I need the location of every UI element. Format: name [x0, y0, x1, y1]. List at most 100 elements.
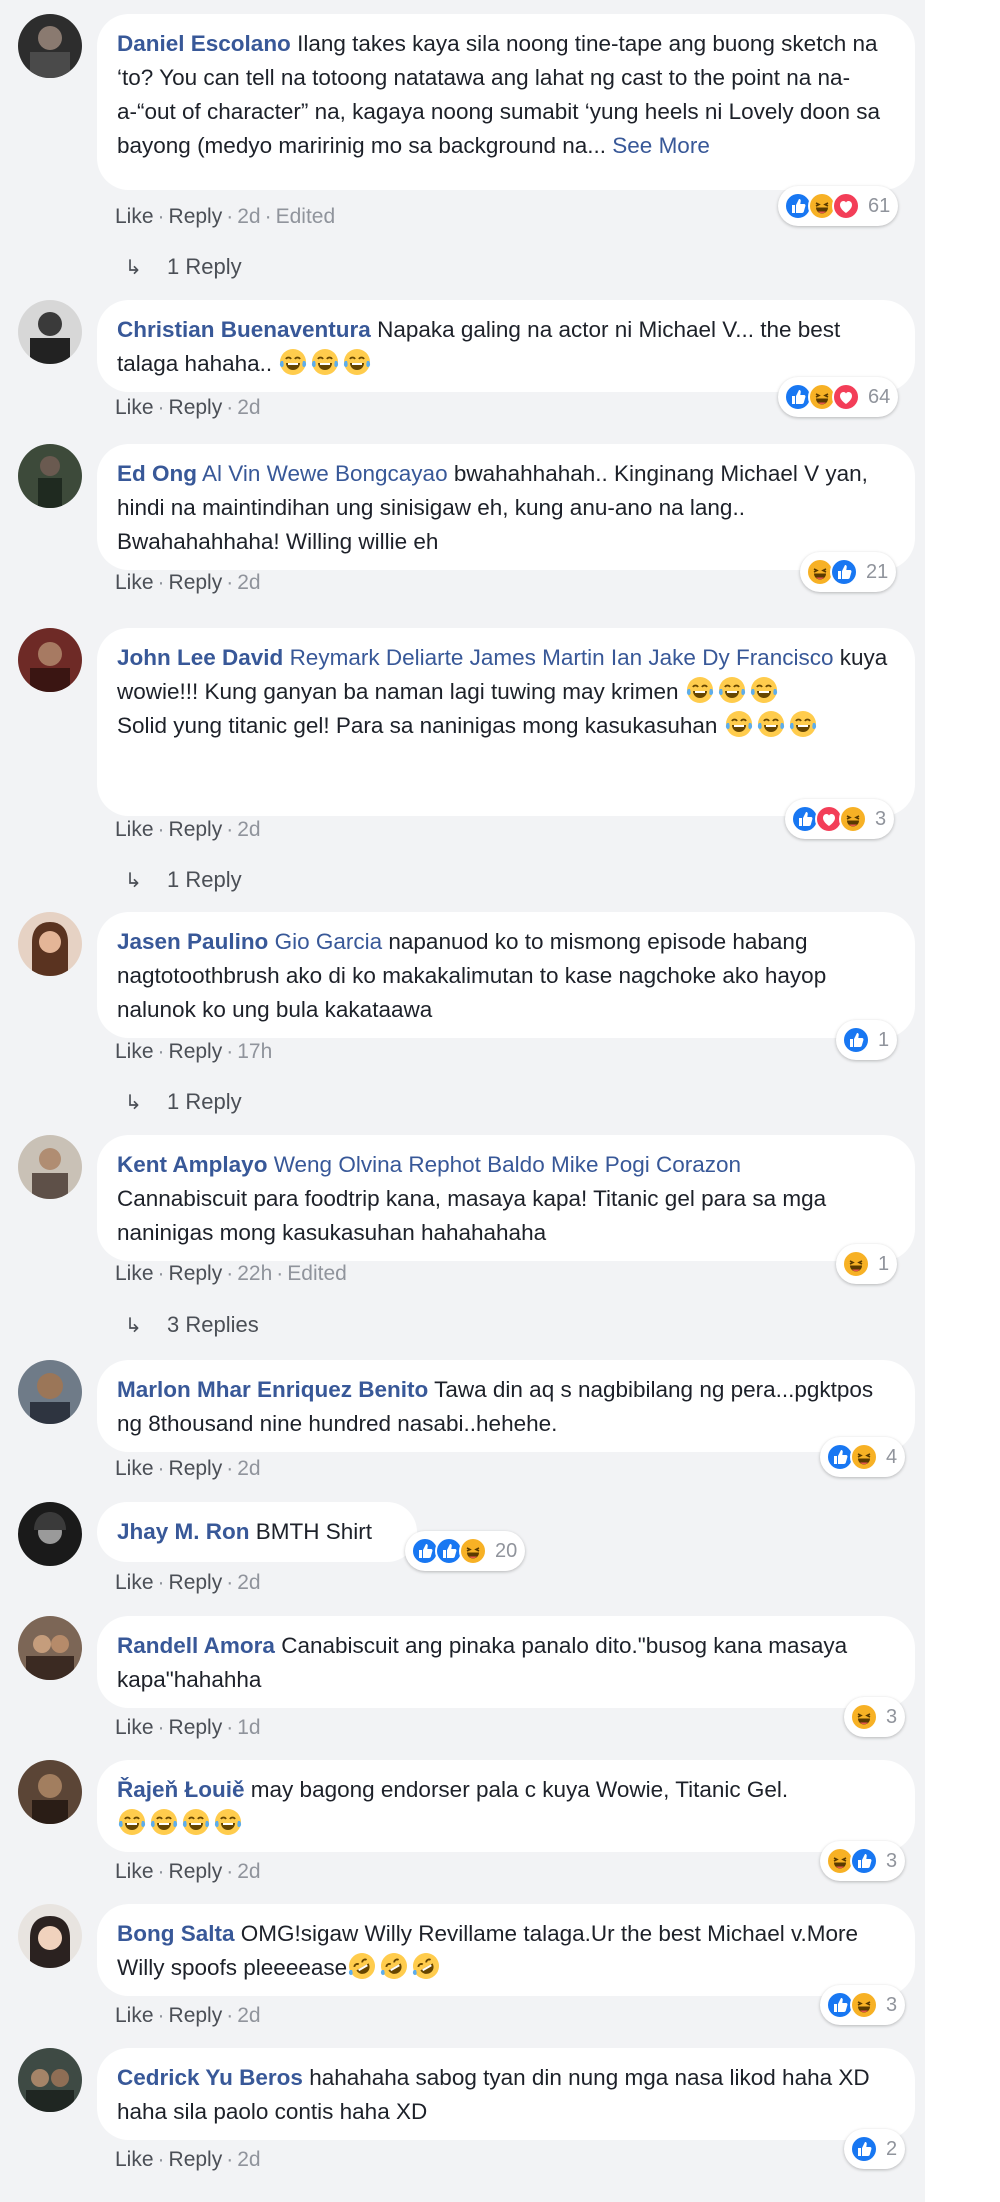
like-link[interactable]: Like: [115, 2148, 154, 2171]
reply-link[interactable]: Reply: [169, 1571, 223, 1594]
timestamp[interactable]: 22h: [237, 1262, 272, 1285]
reaction-count: 1: [878, 1028, 890, 1051]
comment-bubble: Ed Ong Al Vin Wewe Bongcayao bwahahhahah…: [97, 444, 915, 570]
tears-of-joy-emoji: [181, 1807, 211, 1837]
reply-link[interactable]: Reply: [169, 1860, 223, 1883]
like-link[interactable]: Like: [115, 1040, 154, 1063]
see-more-link[interactable]: See More: [612, 133, 710, 158]
reply-link[interactable]: Reply: [169, 396, 223, 419]
timestamp[interactable]: 2d: [237, 396, 260, 419]
reply-link[interactable]: Reply: [169, 2004, 223, 2027]
reply-link[interactable]: Reply: [169, 2148, 223, 2171]
reply-link[interactable]: Reply: [169, 571, 223, 594]
rolling-laughing-emoji: [347, 1951, 377, 1981]
replies-count: 1 Reply: [167, 867, 242, 892]
avatar[interactable]: [18, 444, 82, 508]
like-link[interactable]: Like: [115, 818, 154, 841]
timestamp[interactable]: 2d: [237, 1860, 260, 1883]
comment-author[interactable]: Randell Amora: [117, 1633, 275, 1658]
like-link[interactable]: Like: [115, 2004, 154, 2027]
avatar[interactable]: [18, 1502, 82, 1566]
like-link[interactable]: Like: [115, 571, 154, 594]
reaction-summary[interactable]: 64: [778, 377, 899, 417]
avatar[interactable]: [18, 1760, 82, 1824]
reply-link[interactable]: Reply: [169, 205, 223, 228]
comment-author[interactable]: Jhay M. Ron: [117, 1519, 250, 1544]
timestamp[interactable]: 2d: [237, 818, 260, 841]
laughing-face-icon: [842, 1250, 870, 1278]
avatar[interactable]: [18, 14, 82, 78]
tagged-user[interactable]: Reymark Deliarte James Martin Ian Jake D…: [290, 645, 834, 670]
view-replies-link[interactable]: ↳ 1 Reply: [125, 867, 242, 893]
comment-actions: Like · Reply · 2d: [115, 571, 261, 594]
avatar[interactable]: [18, 1360, 82, 1424]
comment-bubble: Cedrick Yu Beros hahahaha sabog tyan din…: [97, 2048, 915, 2140]
view-replies-link[interactable]: ↳ 1 Reply: [125, 1089, 242, 1115]
reply-link[interactable]: Reply: [169, 1457, 223, 1480]
reaction-summary[interactable]: 61: [778, 186, 899, 226]
avatar[interactable]: [18, 628, 82, 692]
like-link[interactable]: Like: [115, 1262, 154, 1285]
reply-link[interactable]: Reply: [169, 1262, 223, 1285]
comment-author[interactable]: John Lee David: [117, 645, 283, 670]
reaction-summary[interactable]: 2: [844, 2129, 906, 2169]
avatar[interactable]: [18, 1616, 82, 1680]
timestamp[interactable]: 2d: [237, 1571, 260, 1594]
timestamp[interactable]: 2d: [237, 571, 260, 594]
tears-of-joy-emoji: [717, 675, 747, 705]
tagged-user[interactable]: Al Vin Wewe Bongcayao: [202, 461, 448, 486]
edited-label[interactable]: Edited: [276, 205, 336, 228]
reaction-summary[interactable]: 3: [820, 1985, 906, 2025]
timestamp[interactable]: 2d: [237, 205, 260, 228]
tears-of-joy-emoji: [213, 1807, 243, 1837]
edited-label[interactable]: Edited: [287, 1262, 347, 1285]
avatar[interactable]: [18, 2048, 82, 2112]
reply-link[interactable]: Reply: [169, 1716, 223, 1739]
comment-author[interactable]: Řajeň Łouiě: [117, 1777, 245, 1802]
comment-author[interactable]: Christian Buenaventura: [117, 317, 371, 342]
like-link[interactable]: Like: [115, 1860, 154, 1883]
like-link[interactable]: Like: [115, 205, 154, 228]
view-replies-link[interactable]: ↳ 3 Replies: [125, 1312, 259, 1338]
comment-author[interactable]: Marlon Mhar Enriquez Benito: [117, 1377, 428, 1402]
comment-actions: Like · Reply · 2d: [115, 1571, 261, 1594]
comment-author[interactable]: Daniel Escolano: [117, 31, 291, 56]
avatar[interactable]: [18, 1135, 82, 1199]
reply-link[interactable]: Reply: [169, 1040, 223, 1063]
tagged-user[interactable]: Weng Olvina Rephot Baldo Mike Pogi Coraz…: [274, 1152, 741, 1177]
like-link[interactable]: Like: [115, 1571, 154, 1594]
laughing-face-icon: [459, 1537, 487, 1565]
reaction-summary[interactable]: 4: [820, 1437, 906, 1477]
reaction-summary[interactable]: 3: [785, 799, 895, 839]
like-link[interactable]: Like: [115, 1716, 154, 1739]
comment-actions: Like · Reply · 2d: [115, 2148, 261, 2171]
avatar[interactable]: [18, 1904, 82, 1968]
reaction-summary[interactable]: 21: [800, 552, 897, 592]
comment-bubble: Jasen Paulino Gio Garcia napanuod ko to …: [97, 912, 915, 1038]
comment-actions: Like · Reply · 1d: [115, 1716, 261, 1739]
comment-author[interactable]: Bong Salta: [117, 1921, 235, 1946]
reaction-summary[interactable]: 1: [836, 1244, 898, 1284]
avatar[interactable]: [18, 300, 82, 364]
timestamp[interactable]: 2d: [237, 2148, 260, 2171]
timestamp[interactable]: 1d: [237, 1716, 260, 1739]
reaction-summary[interactable]: 20: [405, 1531, 526, 1571]
comment-author[interactable]: Cedrick Yu Beros: [117, 2065, 303, 2090]
comment-author[interactable]: Jasen Paulino: [117, 929, 268, 954]
tagged-user[interactable]: Gio Garcia: [275, 929, 383, 954]
timestamp[interactable]: 2d: [237, 2004, 260, 2027]
reply-link[interactable]: Reply: [169, 818, 223, 841]
reaction-summary[interactable]: 1: [836, 1020, 898, 1060]
like-link[interactable]: Like: [115, 396, 154, 419]
timestamp[interactable]: 2d: [237, 1457, 260, 1480]
avatar[interactable]: [18, 912, 82, 976]
comment-author[interactable]: Ed Ong: [117, 461, 197, 486]
rolling-laughing-emoji: [379, 1951, 409, 1981]
reaction-summary[interactable]: 3: [844, 1697, 906, 1737]
view-replies-link[interactable]: ↳ 1 Reply: [125, 254, 242, 280]
comment-author[interactable]: Kent Amplayo: [117, 1152, 267, 1177]
timestamp[interactable]: 17h: [237, 1040, 272, 1063]
like-link[interactable]: Like: [115, 1457, 154, 1480]
reaction-summary[interactable]: 3: [820, 1841, 906, 1881]
thumbs-up-icon: [850, 2135, 878, 2163]
